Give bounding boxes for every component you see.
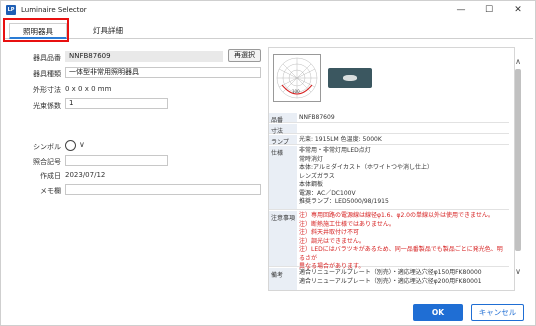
product-code-label: 器具品番 [33,54,61,62]
product-code-field: NNFB87609 [65,51,223,62]
row-key: 備考 [269,268,297,290]
reselect-button[interactable]: 再選択 [228,49,261,62]
minimize-icon[interactable]: — [447,3,475,18]
ok-button[interactable]: OK [413,304,463,321]
row-key: 寸法 [269,124,297,135]
light-coefficient-field[interactable]: 1 [65,98,168,109]
light-distribution-chart: 100 [273,54,321,102]
dimensions-value: 0 x 0 x 0 mm [65,85,112,93]
row-value [299,124,507,125]
detail-panel: 100 品番 NNFB87609 寸法 ランプ 光束: 1915LM 色温度: … [268,47,515,291]
reference-code-field[interactable] [65,155,168,166]
row-key: ランプ [269,135,297,146]
fixture-type-field[interactable]: 一体型非常用照明器具 [65,67,261,78]
memo-label: メモ欄 [40,187,61,195]
row-value: 注）専用回路の電源線は線径φ1.6、φ2.0の単線以外は使用できません。 注）断… [299,212,503,270]
dimensions-label: 外形寸法 [33,86,61,94]
tab-bar: 照明器具 灯具詳細 [5,21,533,39]
chevron-down-icon[interactable]: ∨ [79,140,85,149]
fixture-type-label: 器具種類 [33,70,61,78]
table-row: 注意事項 注）専用回路の電源線は線径φ1.6、φ2.0の単線以外は使用できません… [269,211,509,270]
row-value: 非常用・非常灯用LED点灯 常時消灯 本体:アルミダイカスト（ホワイトつや消し仕… [299,147,433,205]
table-row: 備考 適合リニューアルプレート（別売）・適応埋込穴径φ150用FK80000 適… [269,268,509,290]
row-value: 光束: 1915LM 色温度: 5000K [299,136,382,143]
reference-code-label: 照合記号 [33,158,61,166]
created-date-value: 2023/07/12 [65,171,106,179]
vertical-scrollbar[interactable]: ∧ ∨ [512,47,524,281]
scroll-down-icon[interactable]: ∨ [512,267,524,276]
table-row: ランプ 光束: 1915LM 色温度: 5000K [269,135,509,146]
window-title: Luminaire Selector [21,6,87,14]
table-row: 仕様 非常用・非常灯用LED点灯 常時消灯 本体:アルミダイカスト（ホワイトつや… [269,146,509,210]
light-coefficient-label: 光束係数 [33,102,61,110]
close-icon[interactable]: ✕ [504,3,532,18]
maximize-icon[interactable]: ☐ [475,3,503,18]
highlight-box [3,18,69,42]
table-row: 寸法 [269,124,509,135]
row-value: 適合リニューアルプレート（別売）・適応埋込穴径φ150用FK80000 適合リニ… [299,269,482,285]
symbol-circle-icon[interactable] [65,140,76,151]
scroll-up-icon[interactable]: ∧ [512,57,524,66]
polar-label: 100 [292,89,300,94]
tab-fixture-detail[interactable]: 灯具詳細 [73,23,143,39]
row-key: 品番 [269,113,297,124]
dialog-window: LP Luminaire Selector — ☐ ✕ 照明器具 灯具詳細 器具… [0,0,536,326]
row-value: NNFB87609 [299,114,335,121]
row-key: 注意事項 [269,211,297,266]
cancel-button[interactable]: キャンセル [471,304,524,321]
symbol-label: シンボル [33,143,61,151]
title-bar: LP Luminaire Selector — ☐ ✕ [1,1,535,20]
table-row: 品番 NNFB87609 [269,113,509,124]
fixture-photo [328,68,372,88]
created-date-label: 作成日 [40,172,61,180]
scroll-thumb[interactable] [515,69,521,251]
row-key: 仕様 [269,146,297,209]
app-icon: LP [6,5,16,15]
memo-field[interactable] [65,184,261,195]
